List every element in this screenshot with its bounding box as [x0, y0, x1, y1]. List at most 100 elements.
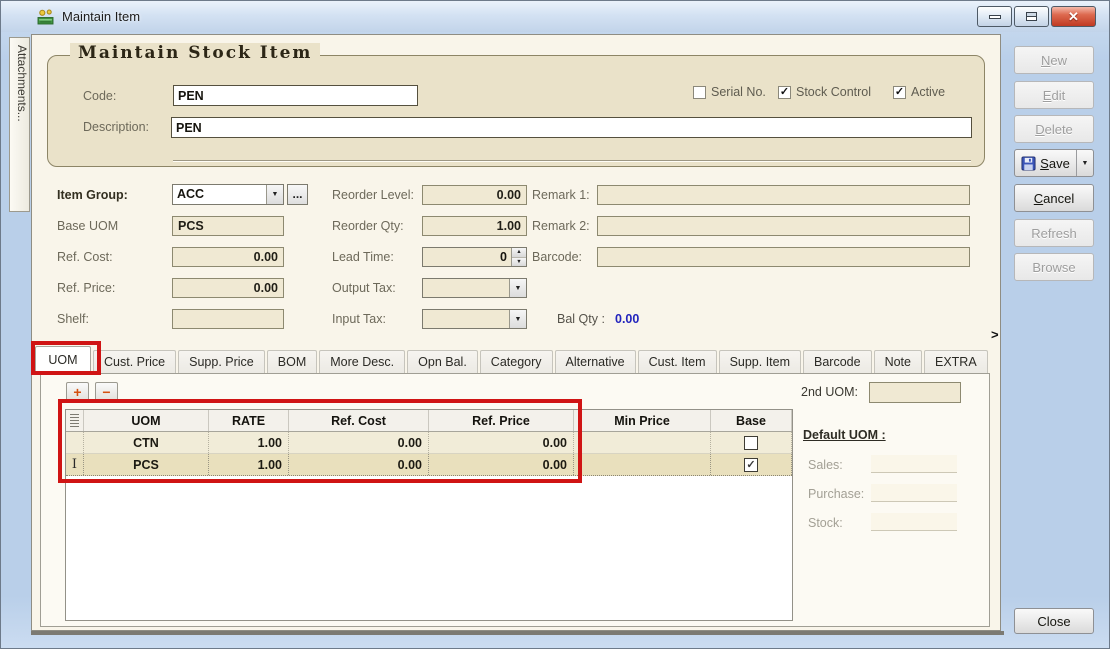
base-uom-field[interactable]: PCS — [172, 216, 284, 236]
default-uom-sales-field[interactable] — [871, 455, 957, 473]
close-button[interactable]: Close — [1014, 608, 1094, 634]
output-tax-dropdown-icon[interactable]: ▼ — [509, 279, 526, 297]
add-row-button[interactable]: + — [66, 382, 89, 402]
cell-uom[interactable]: CTN — [84, 432, 209, 453]
default-uom-purchase-field[interactable] — [871, 484, 957, 502]
lead-time-spinner[interactable]: 0 ▲ ▼ — [422, 247, 527, 267]
tab-supp-price[interactable]: Supp. Price — [178, 350, 265, 373]
detail-tabstrip: UOM Cust. Price Supp. Price BOM More Des… — [35, 347, 988, 373]
cell-uom[interactable]: PCS — [84, 454, 209, 475]
remark2-field[interactable] — [597, 216, 970, 236]
col-base[interactable]: Base — [711, 410, 792, 431]
reorder-qty-label: Reorder Qty: — [332, 219, 404, 233]
base-unchecked-box — [744, 436, 758, 450]
table-row-selected[interactable]: I PCS 1.00 0.00 0.00 ✓ — [66, 454, 792, 476]
col-uom[interactable]: UOM — [84, 410, 209, 431]
second-uom-label: 2nd UOM: — [801, 385, 858, 399]
cell-ref-cost[interactable]: 0.00 — [289, 432, 429, 453]
close-icon: ✕ — [1068, 9, 1079, 25]
close-window-button[interactable]: ✕ — [1051, 6, 1096, 27]
default-uom-sales-label: Sales: — [808, 458, 843, 472]
window-title: Maintain Item — [62, 9, 140, 24]
save-button[interactable]: Save ▼ — [1014, 149, 1094, 177]
tab-alternative[interactable]: Alternative — [555, 350, 636, 373]
table-row[interactable]: CTN 1.00 0.00 0.00 — [66, 432, 792, 454]
remark1-field[interactable] — [597, 185, 970, 205]
col-ref-price[interactable]: Ref. Price — [429, 410, 574, 431]
minimize-button[interactable] — [977, 6, 1012, 27]
tab-uom[interactable]: UOM — [35, 346, 91, 373]
item-group-browse-button[interactable]: ... — [287, 184, 308, 205]
plus-icon: + — [73, 385, 81, 399]
tab-extra[interactable]: EXTRA — [924, 350, 988, 373]
spin-down-icon[interactable]: ▼ — [512, 258, 526, 267]
cell-rate[interactable]: 1.00 — [209, 432, 289, 453]
cell-rate[interactable]: 1.00 — [209, 454, 289, 475]
reorder-level-field[interactable]: 0.00 — [422, 185, 527, 205]
attachments-tab[interactable]: Attachments... — [9, 37, 30, 212]
maintain-item-window: Maintain Item ✕ Attachments... Maintain … — [0, 0, 1110, 649]
serial-no-label: Serial No. — [711, 85, 766, 99]
col-rate[interactable]: RATE — [209, 410, 289, 431]
collapse-panel-chevron[interactable]: > — [991, 327, 999, 342]
item-group-label: Item Group: — [57, 188, 128, 202]
cell-base-checkbox[interactable] — [711, 432, 792, 453]
item-group-dropdown-icon[interactable]: ▼ — [266, 185, 283, 204]
serial-no-checkbox[interactable]: Serial No. — [693, 85, 766, 99]
input-tax-combo[interactable]: ▼ — [422, 309, 527, 329]
tab-supp-item[interactable]: Supp. Item — [719, 350, 801, 373]
tab-cust-price[interactable]: Cust. Price — [93, 350, 176, 373]
item-group-combo[interactable]: ACC ▼ — [172, 184, 284, 205]
default-uom-stock-label: Stock: — [808, 516, 843, 530]
delete-button: Delete — [1014, 115, 1094, 143]
ref-price-label: Ref. Price: — [57, 281, 115, 295]
active-checkbox[interactable]: ✓ Active — [893, 85, 945, 99]
cell-base-checkbox[interactable]: ✓ — [711, 454, 792, 475]
cell-ref-price[interactable]: 0.00 — [429, 454, 574, 475]
tab-category[interactable]: Category — [480, 350, 553, 373]
uom-tab-panel: + − 2nd UOM: UOM RATE Ref. Cost Ref. Pri… — [40, 373, 990, 627]
ref-cost-field[interactable]: 0.00 — [172, 247, 284, 267]
cancel-button[interactable]: Cancel — [1014, 184, 1094, 212]
input-tax-dropdown-icon[interactable]: ▼ — [509, 310, 526, 328]
lead-time-spin-buttons[interactable]: ▲ ▼ — [511, 248, 526, 266]
col-min-price[interactable]: Min Price — [574, 410, 711, 431]
fieldset-legend: Maintain Stock Item — [70, 43, 320, 63]
tab-more-desc[interactable]: More Desc. — [319, 350, 405, 373]
col-ref-cost[interactable]: Ref. Cost — [289, 410, 429, 431]
content-area: Maintain Stock Item Code: Description: S… — [31, 34, 1001, 631]
active-box: ✓ — [893, 86, 906, 99]
stock-control-box: ✓ — [778, 86, 791, 99]
shelf-field[interactable] — [172, 309, 284, 329]
cell-ref-price[interactable]: 0.00 — [429, 432, 574, 453]
cell-min-price[interactable] — [574, 454, 711, 475]
tab-cust-item[interactable]: Cust. Item — [638, 350, 717, 373]
spin-up-icon[interactable]: ▲ — [512, 248, 526, 258]
output-tax-label: Output Tax: — [332, 281, 396, 295]
tab-barcode[interactable]: Barcode — [803, 350, 872, 373]
delete-row-button[interactable]: − — [95, 382, 118, 402]
base-uom-label: Base UOM — [57, 219, 118, 233]
default-uom-stock-field[interactable] — [871, 513, 957, 531]
remark2-label: Remark 2: — [532, 219, 590, 233]
tab-note[interactable]: Note — [874, 350, 922, 373]
fieldset-divider — [173, 160, 971, 162]
ref-price-field[interactable]: 0.00 — [172, 278, 284, 298]
cell-ref-cost[interactable]: 0.00 — [289, 454, 429, 475]
output-tax-combo[interactable]: ▼ — [422, 278, 527, 298]
stock-control-label: Stock Control — [796, 85, 871, 99]
stock-item-fieldset: Maintain Stock Item Code: Description: S… — [47, 55, 985, 167]
tab-opn-bal[interactable]: Opn Bal. — [407, 350, 478, 373]
input-tax-value — [423, 310, 509, 328]
save-dropdown-icon[interactable]: ▼ — [1077, 150, 1093, 176]
output-tax-value — [423, 279, 509, 297]
cell-min-price[interactable] — [574, 432, 711, 453]
maximize-button[interactable] — [1014, 6, 1049, 27]
barcode-field[interactable] — [597, 247, 970, 267]
second-uom-field[interactable] — [869, 382, 961, 403]
stock-control-checkbox[interactable]: ✓ Stock Control — [778, 85, 871, 99]
tab-bom[interactable]: BOM — [267, 350, 317, 373]
code-input[interactable] — [173, 85, 418, 106]
description-input[interactable] — [171, 117, 972, 138]
reorder-qty-field[interactable]: 1.00 — [422, 216, 527, 236]
